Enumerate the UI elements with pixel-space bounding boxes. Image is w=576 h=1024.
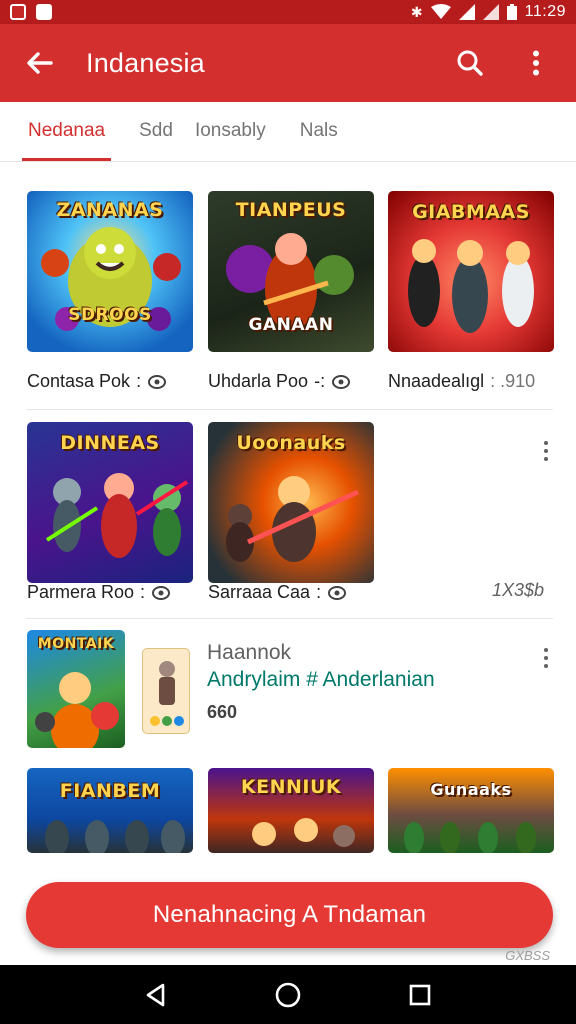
row-value: 1X3$b (492, 580, 545, 600)
game-card[interactable]: Gunaaks (388, 768, 554, 853)
eye-icon (152, 585, 171, 600)
game-caption: Contasa Pok : (27, 371, 167, 392)
tab-nedanaa[interactable]: Nedanaa (22, 101, 112, 161)
status-indicators: ✱ 11:29 (411, 3, 566, 21)
game-caption: Uhdarla Poo -: (208, 371, 351, 392)
game-card[interactable]: GIABMAAS (388, 191, 554, 352)
search-icon (457, 50, 483, 76)
thumbnail-title: ZANANAS (56, 199, 164, 221)
featured-title: Haannok (207, 641, 292, 664)
game-thumbnail[interactable]: DINNEAS (27, 422, 193, 583)
signal-icon (458, 4, 475, 20)
thumbnail-title: FIANBEM (59, 780, 161, 802)
game-caption: Parmera Roo : (27, 582, 171, 603)
notification-app-icon (10, 4, 26, 20)
thumbnail-title: MONTAIK (37, 636, 115, 652)
thumbnail-title: Gunaaks (430, 780, 512, 799)
notification-image-icon (36, 4, 52, 20)
game-title: Nnaadealıgl (388, 371, 485, 391)
game-thumbnail[interactable]: FIANBEM (27, 768, 193, 853)
game-card[interactable]: KENNIUK (208, 768, 374, 853)
wifi-icon (430, 4, 451, 19)
thumbnail-subtitle: GANAAN (248, 315, 334, 335)
notification-icons (10, 4, 52, 20)
game-caption: Nnaadealıgl : .910 (388, 371, 535, 392)
nav-recents-button[interactable] (400, 975, 440, 1015)
thumbnail-title: Uoonauks (236, 432, 346, 454)
game-card[interactable]: ZANANAS SDROOS (27, 191, 193, 352)
primary-action-button[interactable]: Nenahnacing A Tndaman (26, 882, 553, 948)
character-icon (150, 661, 184, 726)
caption-separator: : (136, 371, 142, 391)
caption-extra: : .910 (490, 371, 536, 391)
status-bar: ✱ 11:29 (0, 0, 576, 24)
thumbnail-title: KENNIUK (240, 776, 342, 798)
overflow-menu-button[interactable] (518, 45, 554, 81)
caption-separator: -: (314, 371, 326, 391)
battery-icon (506, 4, 517, 20)
row-more-button[interactable] (536, 439, 556, 463)
game-thumbnail[interactable]: Gunaaks (388, 768, 554, 853)
watermark: GXBSS (505, 948, 550, 963)
eye-icon (328, 585, 347, 600)
game-title: Uhdarla Poo (208, 371, 309, 391)
thumbnail-title: GIABMAAS (412, 201, 530, 223)
clock: 11:29 (524, 3, 566, 20)
tab-nals[interactable]: Nals (294, 101, 344, 161)
arrow-left-icon (27, 52, 53, 74)
eye-icon (148, 374, 167, 389)
game-title: Parmera Roo (27, 582, 135, 602)
bluetooth-icon: ✱ (410, 3, 423, 20)
game-thumbnail[interactable]: TIANPEUS GANAAN (208, 191, 374, 352)
featured-mini-thumbnail (142, 648, 190, 734)
more-vert-icon (533, 50, 539, 76)
game-thumbnail[interactable]: GIABMAAS (388, 191, 554, 352)
divider (26, 409, 553, 410)
game-thumbnail[interactable]: KENNIUK (208, 768, 374, 853)
featured-thumbnail[interactable]: MONTAIK (27, 630, 125, 748)
featured-meta: 660 (207, 702, 238, 722)
nav-home-button[interactable] (268, 975, 308, 1015)
tab-sdd[interactable]: Sdd (133, 101, 179, 161)
page-title: Indanesia (86, 47, 205, 78)
tab-bar: Nedanaa Sdd Ionsably Nals (0, 102, 576, 162)
circle-home-icon (275, 982, 301, 1007)
app-bar: Indanesia (0, 24, 576, 102)
game-card[interactable]: TIANPEUS GANAAN (208, 191, 374, 352)
divider (26, 618, 553, 619)
thumbnail-title: TIANPEUS (235, 199, 347, 221)
square-recents-icon (409, 984, 431, 1005)
game-title: Sarraaa Caa (208, 582, 311, 602)
search-button[interactable] (452, 45, 488, 81)
triangle-back-icon (146, 983, 165, 1006)
caption-separator: : (316, 582, 322, 602)
featured-subtitle[interactable]: Andrylaim # Anderlanian (207, 668, 435, 692)
caption-separator: : (140, 582, 146, 602)
navigation-bar (0, 965, 576, 1024)
featured-more-button[interactable] (536, 646, 556, 670)
game-thumbnail[interactable]: Uoonauks (208, 422, 374, 583)
thumbnail-title: DINNEAS (60, 432, 160, 454)
game-title: Contasa Pok (27, 371, 131, 391)
game-thumbnail[interactable]: ZANANAS SDROOS (27, 191, 193, 352)
game-card[interactable]: Uoonauks (208, 422, 374, 583)
signal-2-icon (482, 4, 499, 20)
game-caption: Sarraaa Caa : (208, 582, 347, 603)
game-card[interactable]: FIANBEM (27, 768, 193, 853)
nav-back-button[interactable] (136, 975, 176, 1015)
game-card[interactable]: DINNEAS (27, 422, 193, 583)
eye-icon (332, 374, 351, 389)
thumbnail-subtitle: SDROOS (68, 305, 152, 325)
back-button[interactable] (22, 45, 58, 81)
tab-ionsably[interactable]: Ionsably (189, 101, 272, 161)
